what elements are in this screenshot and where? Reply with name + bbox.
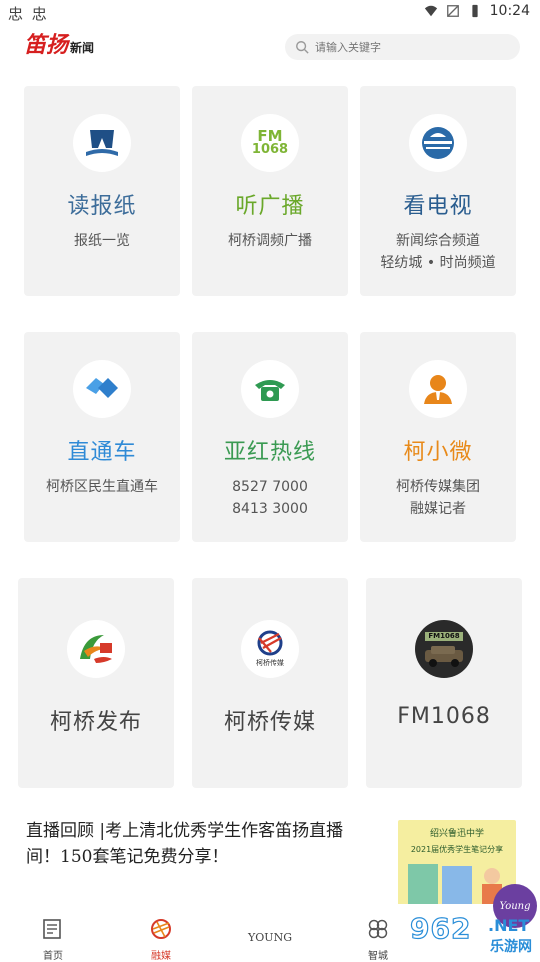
card-title: 读报纸 <box>67 194 137 219</box>
logo-sub-text: 新闻 <box>70 41 95 55</box>
thumb-caption: 2021届优秀学生笔记分享 <box>410 845 504 854</box>
card-desc-line1: 新闻综合频道 <box>396 233 480 249</box>
watermark-site: 乐游网 <box>490 939 532 955</box>
search-input[interactable] <box>315 40 505 54</box>
watermark-net: .NET <box>488 916 530 935</box>
card-keqiao-release[interactable]: 柯桥发布 <box>18 578 174 788</box>
keqiao-release-logo-icon <box>67 620 125 678</box>
card-ke-xiaowei[interactable]: 柯小微 柯桥传媒集团 融媒记者 <box>360 332 516 542</box>
site-watermark: 962 .NET 乐游网 <box>402 911 536 956</box>
tab-label: YOUNG <box>248 931 292 944</box>
reporter-icon <box>409 360 467 418</box>
card-desc-line2: 轻纺城 • 时尚频道 <box>380 255 496 271</box>
tab-media[interactable]: 融媒 <box>136 918 186 962</box>
card-read-newspaper[interactable]: 读报纸 报纸一览 <box>24 86 180 296</box>
logo-caption: 柯桥传媒 <box>256 659 284 667</box>
media-fusion-icon <box>151 919 171 939</box>
card-desc-line1: 柯桥传媒集团 <box>396 479 480 495</box>
app-logo[interactable]: 笛扬 新闻 <box>24 32 94 58</box>
fm-icon-number: 1068 <box>251 142 289 157</box>
card-desc-line2: 8413 3000 <box>232 501 308 517</box>
fm-radio-icon: FM 1068 <box>241 114 299 172</box>
news-headline[interactable]: 直播回顾 |考上清北优秀学生作客笛扬直播间！150套笔记免费分享！ <box>26 818 366 870</box>
tab-smart-city[interactable]: 智城 <box>353 918 403 962</box>
keqiao-media-logo-icon: 柯桥传媒 <box>241 620 299 678</box>
newspaper-icon <box>73 114 131 172</box>
card-listen-radio[interactable]: FM 1068 听广播 柯桥调频广播 <box>192 86 348 296</box>
watermark-number: 962 <box>409 911 472 945</box>
card-desc: 柯桥区民生直通车 <box>46 479 158 495</box>
tv-station-icon <box>409 114 467 172</box>
card-title: 柯小微 <box>403 440 473 465</box>
card-desc-line2: 融媒记者 <box>410 501 466 517</box>
card-title: 看电视 <box>403 194 473 219</box>
fm-icon-text: FM <box>257 127 283 145</box>
phone-icon <box>241 360 299 418</box>
card-direct-bus[interactable]: 直通车 柯桥区民生直通车 <box>24 332 180 542</box>
card-watch-tv[interactable]: 看电视 新闻综合频道 轻纺城 • 时尚频道 <box>360 86 516 296</box>
no-signal-icon <box>446 5 459 17</box>
card-fm1068[interactable]: FM1068 FM1068 <box>366 578 522 788</box>
battery-icon <box>472 4 478 18</box>
status-right: 10:24 <box>424 3 530 19</box>
home-doc-icon <box>43 919 61 939</box>
card-hotline[interactable]: 亚红热线 8527 7000 8413 3000 <box>192 332 348 542</box>
card-title: 柯桥发布 <box>49 710 142 735</box>
card-keqiao-media[interactable]: 柯桥传媒 柯桥传媒 <box>192 578 348 788</box>
card-title: 柯桥传媒 <box>223 710 316 735</box>
card-desc: 报纸一览 <box>74 233 130 249</box>
logo-main-text: 笛扬 <box>24 32 69 58</box>
fm1068-badge: FM1068 <box>425 632 463 641</box>
search-bar[interactable] <box>285 34 520 60</box>
card-title: FM1068 <box>397 704 491 729</box>
card-desc-line1: 8527 7000 <box>232 479 308 495</box>
smart-city-icon <box>368 919 388 939</box>
thumb-school: 绍兴鲁迅中学 <box>429 829 484 839</box>
card-title: 听广播 <box>235 194 305 219</box>
header: 笛扬 新闻 <box>0 26 540 70</box>
search-icon <box>296 41 309 54</box>
status-time: 10:24 <box>489 3 530 19</box>
card-title: 亚红热线 <box>223 440 316 465</box>
tab-young[interactable]: Young YOUNG <box>245 884 537 944</box>
notification-icons: 忠 忠 <box>8 5 49 23</box>
wifi-icon <box>424 5 437 17</box>
fm1068-car-icon: FM1068 <box>415 620 473 678</box>
tab-home[interactable]: 首页 <box>28 918 78 962</box>
handshake-icon <box>73 360 131 418</box>
card-title: 直通车 <box>67 440 137 465</box>
status-bar: 忠 忠 10:24 <box>0 0 540 26</box>
card-desc: 柯桥调频广播 <box>228 233 312 249</box>
